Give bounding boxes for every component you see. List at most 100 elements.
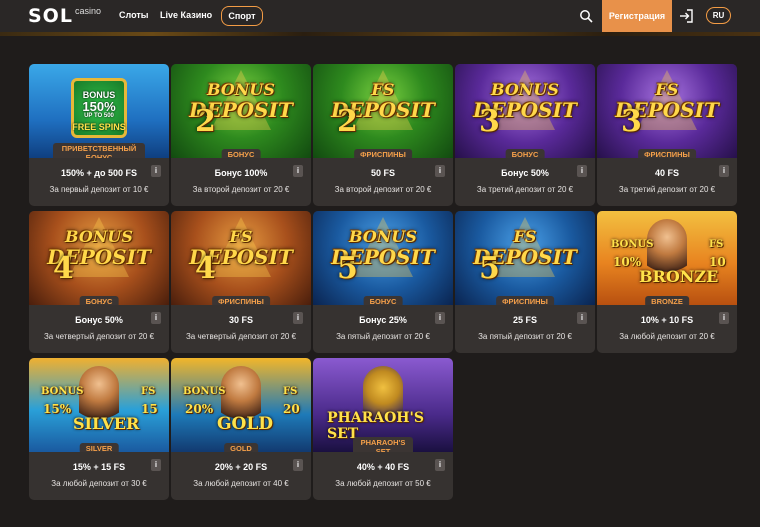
header-banner-strip xyxy=(0,32,760,36)
bonus-tag: PHARAOH'S SET xyxy=(353,437,413,452)
image-caption-bottom: DEPOSIT xyxy=(47,245,151,269)
bonus-title: 25 FS xyxy=(512,315,537,325)
bonus-tag: БОНУС xyxy=(363,296,403,305)
bonus-tag: ФРИСПИНЫ xyxy=(638,149,696,158)
bonus-tag: ФРИСПИНЫ xyxy=(354,149,412,158)
bonus-image: BONUS 15% SILVER FS 15 SILVER xyxy=(29,358,169,452)
image-caption: FS DEPOSIT xyxy=(171,227,311,268)
bonus-image: BONUS DEPOSIT 4 БОНУС xyxy=(29,211,169,305)
bonus-image: FS DEPOSIT 3 ФРИСПИНЫ xyxy=(597,64,737,158)
search-icon[interactable] xyxy=(579,9,593,23)
info-button[interactable]: i xyxy=(719,312,729,324)
bonus-card[interactable]: BONUS DEPOSIT 3 БОНУС Бонус 50% i За тре… xyxy=(455,64,595,206)
image-fs-word: FS xyxy=(141,386,156,397)
info-button[interactable]: i xyxy=(577,312,587,324)
info-button[interactable]: i xyxy=(435,459,445,471)
image-deposit-number: 3 xyxy=(621,104,642,139)
image-level-name: GOLD xyxy=(217,414,274,434)
image-deposit-number: 4 xyxy=(195,251,216,286)
bonus-card[interactable]: FS DEPOSIT 5 ФРИСПИНЫ 25 FS i За пятый д… xyxy=(455,211,595,353)
info-button[interactable]: i xyxy=(435,165,445,177)
bonus-title: 40 FS xyxy=(654,168,679,178)
image-deposit-number: 5 xyxy=(337,251,358,286)
info-button[interactable]: i xyxy=(577,165,587,177)
bonus-card[interactable]: BONUS 150% UP TO 500 FREE SPINS ПРИВЕТСТ… xyxy=(29,64,169,206)
info-button[interactable]: i xyxy=(151,459,161,471)
nav-live-casino[interactable]: Live Казино xyxy=(160,10,212,20)
bonus-tag: БОНУС xyxy=(505,149,545,158)
image-caption-bottom: DEPOSIT xyxy=(331,98,435,122)
image-level-name: SILVER xyxy=(73,414,140,433)
bonus-title: 15% + 15 FS xyxy=(72,462,126,472)
bonus-card[interactable]: BONUS DEPOSIT 5 БОНУС Бонус 25% i За пят… xyxy=(313,211,453,353)
info-button[interactable]: i xyxy=(293,459,303,471)
bonus-title: 10% + 10 FS xyxy=(640,315,694,325)
bonus-description: За второй депозит от 20 € xyxy=(192,185,290,194)
nav-slots[interactable]: Слоты xyxy=(119,10,148,20)
login-icon[interactable] xyxy=(679,9,694,23)
image-caption-bottom: DEPOSIT xyxy=(473,98,577,122)
image-caption-top: BONUS xyxy=(207,80,275,99)
bonus-image: BONUS DEPOSIT 3 БОНУС xyxy=(455,64,595,158)
bonus-image: FS DEPOSIT 5 ФРИСПИНЫ xyxy=(455,211,595,305)
sport-button[interactable]: Спорт xyxy=(221,6,263,26)
logo-text: SOL xyxy=(28,5,73,27)
bonus-image: FS DEPOSIT 4 ФРИСПИНЫ xyxy=(171,211,311,305)
image-caption-top: FS xyxy=(371,80,395,99)
image-deposit-number: 2 xyxy=(337,104,358,139)
welcome-image-percent: 150% xyxy=(82,99,116,114)
info-button[interactable]: i xyxy=(151,165,161,177)
bonus-title: 150% + до 500 FS xyxy=(60,168,137,178)
image-caption-top: BONUS xyxy=(491,80,559,99)
bonus-card[interactable]: FS DEPOSIT 3 ФРИСПИНЫ 40 FS i За третий … xyxy=(597,64,737,206)
image-bonus-percent: 15% xyxy=(43,402,72,416)
image-caption-top: FS xyxy=(513,227,537,246)
language-selector[interactable]: RU xyxy=(706,7,731,24)
image-caption: BONUS DEPOSIT xyxy=(29,229,169,269)
bonus-description: За второй депозит от 20 € xyxy=(334,185,432,194)
image-fs-count: 20 xyxy=(283,402,300,416)
bonus-card[interactable]: FS DEPOSIT 4 ФРИСПИНЫ 30 FS i За четверт… xyxy=(171,211,311,353)
image-fs-word: FS xyxy=(709,239,724,250)
bonus-image: PHARAOH'S SET PHARAOH'S SET xyxy=(313,358,453,452)
image-caption: BONUS DEPOSIT xyxy=(313,227,453,268)
info-button[interactable]: i xyxy=(719,165,729,177)
sol-casino-logo[interactable]: SOL casino xyxy=(28,4,101,28)
bonus-image: BONUS 10% BRONZE FS 10 BRONZE xyxy=(597,211,737,305)
image-caption: FS DEPOSIT xyxy=(455,227,595,268)
bonus-title: Бонус 50% xyxy=(75,315,123,325)
logo-subtext: casino xyxy=(74,6,101,16)
bonus-grid: BONUS 150% UP TO 500 FREE SPINS ПРИВЕТСТ… xyxy=(29,64,740,500)
bonus-title: 20% + 20 FS xyxy=(214,462,268,472)
bonus-image: BONUS DEPOSIT 2 БОНУС xyxy=(171,64,311,158)
bonus-title: Бонус 100% xyxy=(214,168,268,178)
bonus-description: За третий депозит от 20 € xyxy=(618,185,716,194)
bonus-card[interactable]: BONUS DEPOSIT 2 БОНУС Бонус 100% i За вт… xyxy=(171,64,311,206)
bonus-card[interactable]: BONUS DEPOSIT 4 БОНУС Бонус 50% i За чет… xyxy=(29,211,169,353)
info-button[interactable]: i xyxy=(293,312,303,324)
image-fs-count: 15 xyxy=(141,402,158,416)
image-caption: BONUS DEPOSIT xyxy=(455,80,595,122)
bonus-card[interactable]: BONUS 10% BRONZE FS 10 BRONZE 10% + 10 F… xyxy=(597,211,737,353)
bonus-description: За любой депозит от 40 € xyxy=(193,479,289,488)
bonus-card[interactable]: PHARAOH'S SET PHARAOH'S SET 40% + 40 FS … xyxy=(313,358,453,500)
image-caption-bottom: DEPOSIT xyxy=(615,98,719,122)
image-deposit-number: 5 xyxy=(479,251,500,286)
image-caption-top: BONUS xyxy=(349,227,417,246)
bonus-description: За пятый депозит от 20 € xyxy=(336,332,430,341)
register-button[interactable]: Регистрация xyxy=(602,0,672,32)
image-caption: FS DEPOSIT xyxy=(313,80,453,122)
image-caption-bottom: DEPOSIT xyxy=(189,98,293,122)
bonus-description: За любой депозит от 30 € xyxy=(51,479,147,488)
image-bonus-percent: 20% xyxy=(185,402,214,416)
bonus-card[interactable]: BONUS 20% GOLD FS 20 GOLD 20% + 20 FS i … xyxy=(171,358,311,500)
info-button[interactable]: i xyxy=(435,312,445,324)
bonus-title: 30 FS xyxy=(228,315,253,325)
image-deposit-number: 2 xyxy=(195,104,216,139)
bonus-card[interactable]: FS DEPOSIT 2 ФРИСПИНЫ 50 FS i За второй … xyxy=(313,64,453,206)
bonus-title: Бонус 25% xyxy=(359,315,407,325)
info-button[interactable]: i xyxy=(293,165,303,177)
bonus-card[interactable]: BONUS 15% SILVER FS 15 SILVER 15% + 15 F… xyxy=(29,358,169,500)
info-button[interactable]: i xyxy=(151,312,161,324)
image-caption-top: FS xyxy=(229,227,253,246)
